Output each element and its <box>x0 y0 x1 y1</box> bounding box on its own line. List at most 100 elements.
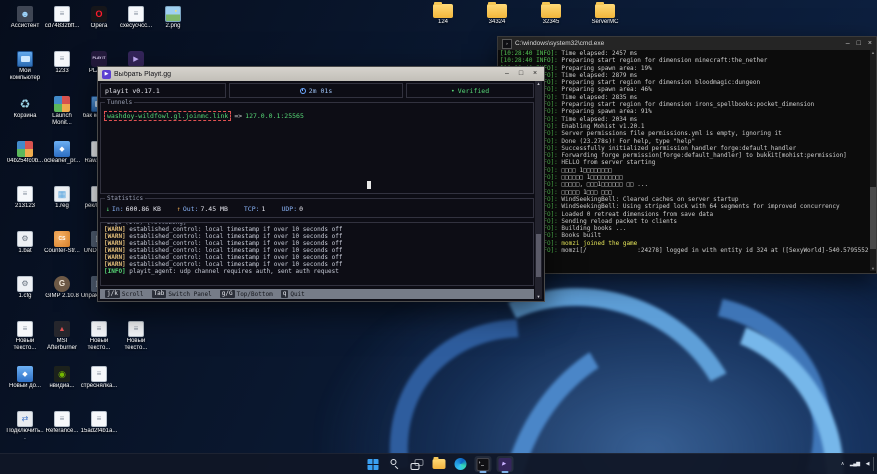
desktop-icon[interactable]: Launch Monit... <box>43 96 81 126</box>
scroll-down-icon[interactable]: ▼ <box>870 266 876 271</box>
maximize-button[interactable]: □ <box>514 67 528 81</box>
desktop-icon[interactable]: 04b254fc0b... <box>6 141 44 165</box>
desktop-icon[interactable]: 124 <box>424 4 462 26</box>
scroll-up-icon[interactable]: ▲ <box>870 50 876 55</box>
desktop-icon[interactable]: Мой компьютер <box>6 51 44 81</box>
scrollbar-thumb[interactable] <box>870 187 876 249</box>
clock-icon <box>300 88 306 94</box>
taskbar-file-explorer-button[interactable] <box>430 456 447 472</box>
statusbar-shortcut[interactable]: j/kScroll <box>105 290 144 298</box>
maximize-button[interactable]: □ <box>857 40 861 47</box>
desktop-icon[interactable]: MSI Afterburner <box>43 321 81 351</box>
stat-item: ↓In:600.86 KB <box>106 205 161 213</box>
cmd-window: › C:\windows\system32\cmd.exe – □ × [10:… <box>497 36 877 274</box>
log-message: Preparing start region for dimension iro… <box>561 101 814 108</box>
desktop-icon-label: Корзина <box>6 113 44 120</box>
desktop-icon[interactable]: 1.bat <box>6 231 44 255</box>
log-message: Preparing start region for dimension blo… <box>561 79 760 86</box>
desktop-icon[interactable]: cd74832bff... <box>43 6 81 30</box>
scrollbar-thumb[interactable] <box>536 234 541 278</box>
cmd-log-line: [10:28:40 INFO]: Preparing spawn area: 4… <box>500 86 868 93</box>
desktop-icon[interactable]: Opera <box>80 6 118 30</box>
my-computer-icon <box>17 51 33 67</box>
network-icon[interactable]: ▂▄▆ <box>850 462 860 467</box>
log-message: Time elapsed: 2034 ms <box>561 116 637 123</box>
desktop-icon[interactable]: 34324 <box>478 4 516 26</box>
desktop-icon-label: GIMP 2.10.8 <box>43 293 81 300</box>
desktop-icon[interactable]: Подключить... <box>6 411 44 441</box>
playit-log-line: [WARN] established_control: local timest… <box>101 261 533 268</box>
desktop-icon[interactable]: 2.png <box>154 6 192 30</box>
desktop-icon[interactable]: Новый тексто... <box>6 321 44 351</box>
desktop-icon-label: 1.reg <box>43 203 81 210</box>
desktop-icon[interactable]: 213123 <box>6 186 44 210</box>
desktop-icon-label: Мой компьютер <box>6 68 44 81</box>
cmd-log-line: [10:28:40 INFO]: Successfully initialize… <box>500 145 868 152</box>
taskbar-start-button[interactable] <box>364 456 381 472</box>
minimize-button[interactable]: – <box>846 40 850 47</box>
statusbar-shortcut[interactable]: qQuit <box>281 290 305 298</box>
taskbar-task-view-button[interactable] <box>408 456 425 472</box>
stat-label: Out: <box>183 205 199 213</box>
playit-logo-icon <box>91 51 107 67</box>
desktop-icon[interactable]: нвидиа... <box>43 366 81 390</box>
playit-log-line: [WARN] established_control: local timest… <box>101 247 533 254</box>
statusbar-shortcut[interactable]: TabSwitch Panel <box>152 290 212 298</box>
desktop-icon[interactable]: Referance... <box>43 411 81 435</box>
close-button[interactable]: × <box>868 40 872 47</box>
show-desktop-button[interactable] <box>873 457 877 471</box>
tunnel-row[interactable]: washdoy-wildfowl.gl.joinmc.link => 127.0… <box>104 111 304 121</box>
desktop-icon[interactable]: Новый до... <box>6 366 44 390</box>
log-message: □□□□□ 1□□□ □□□ <box>561 189 612 196</box>
desktop-icon-label: Новый до... <box>6 383 44 390</box>
taskbar-search-button[interactable] <box>386 456 403 472</box>
taskbar-edge-button[interactable] <box>452 456 469 472</box>
cmd-log-line: [10:28:40 INFO]: Sending reload packet t… <box>500 218 868 225</box>
desktop-icon[interactable]: Корзина <box>6 96 44 120</box>
folder-icon <box>433 4 453 18</box>
minimize-button[interactable]: – <box>500 67 514 81</box>
desktop-icon[interactable]: схесусчсс... <box>117 6 155 30</box>
taskbar-cmd-button[interactable] <box>474 456 491 472</box>
desktop-icon[interactable]: 1.cfg <box>6 276 44 300</box>
statusbar-shortcut[interactable]: g/GTop/Bottom <box>220 290 273 298</box>
playit-scrollbar[interactable]: ▲ ▼ <box>535 81 542 299</box>
chevron-up-icon[interactable]: ∧ <box>841 462 844 467</box>
tunnel-address: washdoy-wildfowl.gl.joinmc.link <box>104 111 231 121</box>
playit-titlebar[interactable]: Выбрать Playit.gg – □ × <box>98 67 544 81</box>
log-message: Preparing spawn area: 91% <box>561 108 651 115</box>
shortcut-key: j/k <box>105 290 120 298</box>
desktop-icon[interactable]: Новый тексто... <box>117 321 155 351</box>
desktop-icon[interactable]: Новый тексто... <box>80 321 118 351</box>
log-message: Books built <box>561 232 601 239</box>
desktop-icon[interactable]: Counter-Str... <box>43 231 81 255</box>
gear-file-icon <box>17 231 33 247</box>
text-file-icon <box>128 321 144 337</box>
desktop-icon[interactable]: стреснялка... <box>80 366 118 390</box>
taskbar-playit-button[interactable] <box>496 456 513 472</box>
desktop-icon[interactable]: 15ad2f4b1a... <box>80 411 118 435</box>
desktop-icon[interactable]: GIMP 2.10.8 <box>43 276 81 300</box>
desktop-icon-label: 04b254fc0b... <box>6 158 44 165</box>
log-message: WindSeekingBell: Using striped lock with… <box>561 203 839 210</box>
desktop-icon-label: 1.cfg <box>6 293 44 300</box>
desktop: Ассистент Мой компьютер Корзина 04b254fc0b.… <box>0 0 877 474</box>
image-icon <box>165 6 181 22</box>
close-button[interactable]: × <box>528 67 542 81</box>
cmd-scrollbar[interactable]: ▲ ▼ <box>870 50 876 271</box>
log-message: established_control: local timestamp if … <box>126 226 343 233</box>
cmd-titlebar[interactable]: › C:\windows\system32\cmd.exe – □ × <box>498 37 876 50</box>
desktop-icon[interactable]: ServerMC <box>586 4 624 26</box>
logs-panel-title: Logs (145) [following] <box>105 222 188 226</box>
desktop-icon[interactable]: ocleaner_pr... <box>43 141 81 165</box>
desktop-icon-label: Counter-Str... <box>43 248 81 255</box>
volume-icon[interactable]: ◀ <box>866 462 869 467</box>
scroll-up-icon[interactable]: ▲ <box>535 81 542 86</box>
scroll-down-icon[interactable]: ▼ <box>535 294 542 299</box>
desktop-icon[interactable]: 1233 <box>43 51 81 75</box>
desktop-icon[interactable]: 32345 <box>532 4 570 26</box>
opera-icon <box>91 6 107 22</box>
cmd-log-line: [10:28:40 INFO]: Preparing start region … <box>500 57 868 64</box>
desktop-icon[interactable]: 1.reg <box>43 186 81 210</box>
desktop-icon[interactable]: Ассистент <box>6 6 44 30</box>
